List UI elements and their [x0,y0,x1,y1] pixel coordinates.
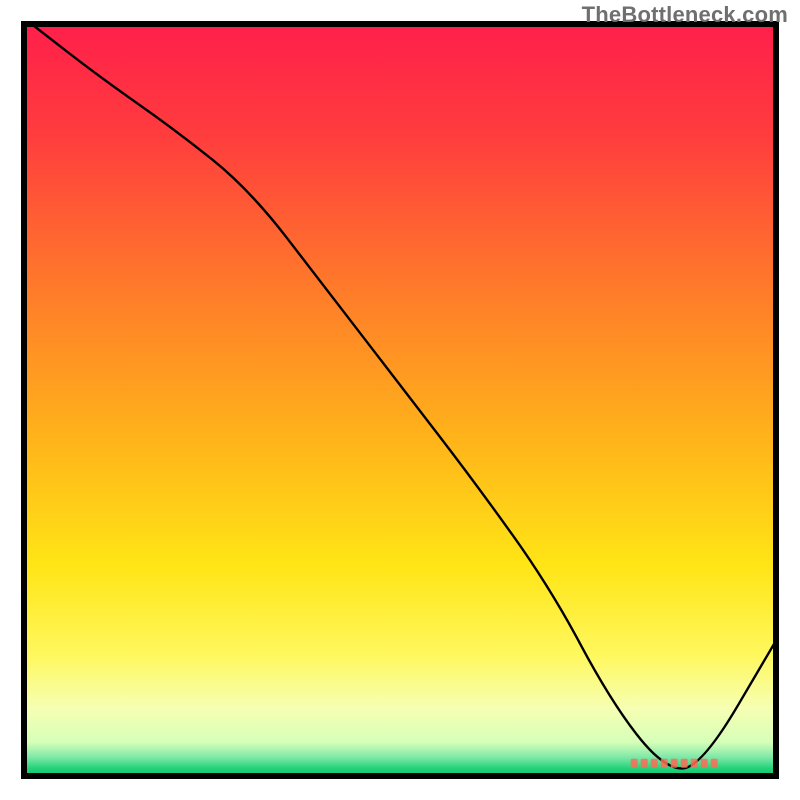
plot-area [24,24,776,776]
gradient-background [24,24,776,776]
chart-stage: TheBottleneck.com [0,0,800,800]
bottleneck-chart [0,0,800,800]
watermark-text: TheBottleneck.com [582,2,788,28]
minimum-annotation [631,759,718,768]
